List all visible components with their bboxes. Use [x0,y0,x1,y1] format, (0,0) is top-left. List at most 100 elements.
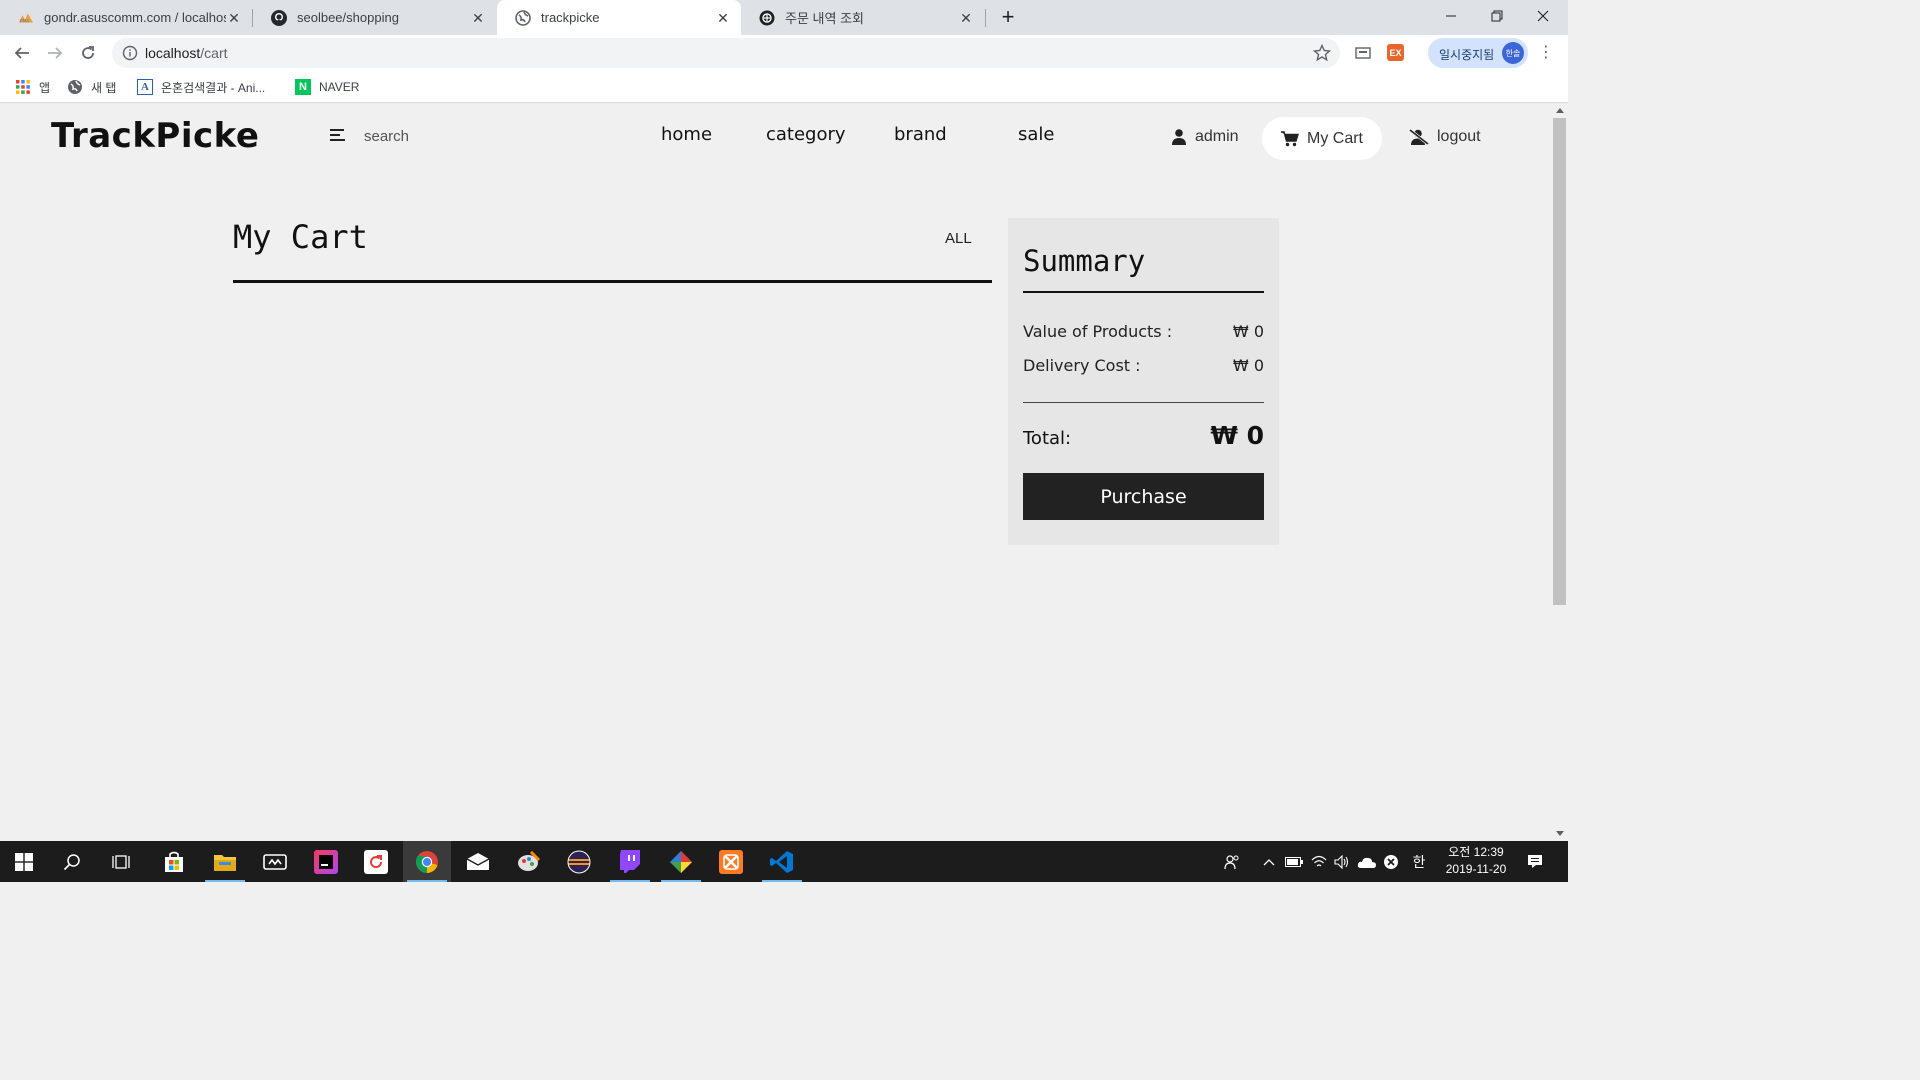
tab-order-history[interactable]: 주문 내역 조회 ✕ [741,0,984,35]
tab-phpmyadmin[interactable]: PMA gondr.asuscomm.com / localhost ✕ [0,0,252,35]
tab-trackpicke[interactable]: trackpicke ✕ [497,0,741,35]
github-icon [271,9,287,26]
store-icon[interactable] [150,841,198,882]
close-tab-icon[interactable]: ✕ [958,10,974,26]
back-icon[interactable] [8,39,36,67]
restore-icon[interactable] [1474,0,1520,32]
phpstorm-icon[interactable] [302,841,350,882]
close-tab-icon[interactable]: ✕ [715,10,731,26]
paint-icon[interactable] [505,841,553,882]
mail-icon[interactable] [454,841,502,882]
extension-icon[interactable]: EX [1387,44,1404,61]
avatar: 한솔 [1502,42,1524,64]
xampp-icon[interactable] [707,841,755,882]
volume-icon[interactable] [1331,841,1353,882]
tab-title: gondr.asuscomm.com / localhost [44,10,226,25]
reload-icon[interactable] [74,39,102,67]
bookmark-star-icon[interactable] [1312,43,1332,66]
total-row: Total: ₩ 0 [1023,421,1264,450]
nav-home[interactable]: home [661,124,712,145]
scroll-down-icon[interactable] [1556,831,1564,836]
more-menu-icon[interactable]: ⋮ [1538,44,1554,60]
nav-brand[interactable]: brand [894,124,947,145]
refresh-app-icon[interactable] [352,841,400,882]
clock-time: 오전 12:39 [1448,845,1504,859]
windows-taskbar: 한 오전 12:39 2019-11-20 [0,841,1568,882]
nav-category[interactable]: category [766,124,846,145]
battery-icon[interactable] [1283,841,1305,882]
vscode-icon[interactable] [758,841,806,882]
profile-chip[interactable]: 일시중지됨 한솔 [1428,38,1528,68]
menu-lines-icon[interactable] [330,127,346,146]
logout-link[interactable]: logout [1409,128,1481,146]
task-view-icon[interactable] [98,841,146,882]
info-icon[interactable] [122,45,138,65]
total-label: Total: [1023,428,1072,449]
new-tab-button[interactable]: + [993,1,1023,33]
bookmark-naver[interactable]: N NAVER [295,78,359,96]
cast-icon[interactable] [1355,45,1371,65]
bookmark-apps[interactable]: 앱 [15,78,50,96]
delivery-cost-row: Delivery Cost : ₩ 0 [1023,356,1264,375]
wifi-icon[interactable] [1308,841,1330,882]
user-slash-icon [1409,129,1429,145]
cart-icon [1281,130,1299,147]
people-icon[interactable] [1219,841,1245,882]
file-explorer-icon[interactable] [201,841,249,882]
my-cart-button[interactable]: My Cart [1262,117,1382,160]
page-scrollbar[interactable] [1551,104,1568,841]
divider [1023,291,1264,293]
start-windows-icon[interactable] [0,841,48,882]
taskbar-clock[interactable]: 오전 12:39 2019-11-20 [1432,844,1520,878]
sync-app-icon[interactable] [251,841,299,882]
clock-date: 2019-11-20 [1445,862,1507,876]
value-label: Value of Products : [1023,322,1173,341]
bookmarks-bar: 앱 새 탭 A 온혼검색결과 - Ani... N NAVER [0,71,1568,103]
globe-icon [67,79,83,95]
bookmark-label: NAVER [319,80,360,94]
purchase-button[interactable]: Purchase [1023,473,1264,520]
svg-text:PMA: PMA [20,18,30,24]
phpmyadmin-icon: PMA [18,10,34,26]
blocked-icon[interactable] [1380,841,1402,882]
nav-sale[interactable]: sale [1018,124,1054,145]
bookmark-ani[interactable]: A 온혼검색결과 - Ani... [137,78,265,96]
chevron-up-icon[interactable] [1259,841,1279,882]
site-icon [759,10,775,26]
summary-heading: Summary [1023,244,1146,278]
forward-icon[interactable] [41,39,69,67]
search-toggle[interactable]: search [330,126,409,146]
tab-github[interactable]: seolbee/shopping ✕ [253,0,496,35]
chrome-icon[interactable] [403,841,451,882]
divider [233,280,992,283]
bookmark-label: 새 탭 [91,80,117,95]
bookmark-label: 앱 [39,80,51,95]
eclipse-icon[interactable] [555,841,603,882]
site-logo[interactable]: TrackPicke [51,116,259,156]
close-tab-icon[interactable]: ✕ [470,10,486,26]
notification-icon[interactable] [1522,841,1548,882]
divider [1023,402,1264,403]
filter-all-link[interactable]: ALL [945,230,972,247]
user-account-link[interactable]: admin [1172,128,1239,146]
onedrive-icon[interactable] [1355,841,1379,882]
user-icon [1172,129,1186,145]
twitch-icon[interactable] [606,841,654,882]
git-client-icon[interactable] [657,841,705,882]
browser-tab-strip: PMA gondr.asuscomm.com / localhost ✕ seo… [0,0,1568,35]
delivery-label: Delivery Cost : [1023,356,1141,375]
scroll-up-icon[interactable] [1556,108,1564,113]
minimize-icon[interactable] [1428,0,1474,32]
close-window-icon[interactable] [1520,0,1566,32]
tab-divider [985,9,986,27]
search-icon[interactable] [48,841,96,882]
web-page: TrackPicke search home category brand sa… [0,104,1551,841]
close-tab-icon[interactable]: ✕ [226,10,242,26]
bookmark-new-tab[interactable]: 새 탭 [67,78,116,96]
scrollbar-thumb[interactable] [1553,118,1566,605]
url-text: localhost/cart [145,45,228,61]
address-bar[interactable]: localhost/cart [112,38,1340,68]
browser-toolbar: localhost/cart EX 일시중지됨 한솔 ⋮ [0,35,1568,71]
ime-indicator[interactable]: 한 [1407,841,1431,882]
search-label[interactable]: search [364,128,409,145]
